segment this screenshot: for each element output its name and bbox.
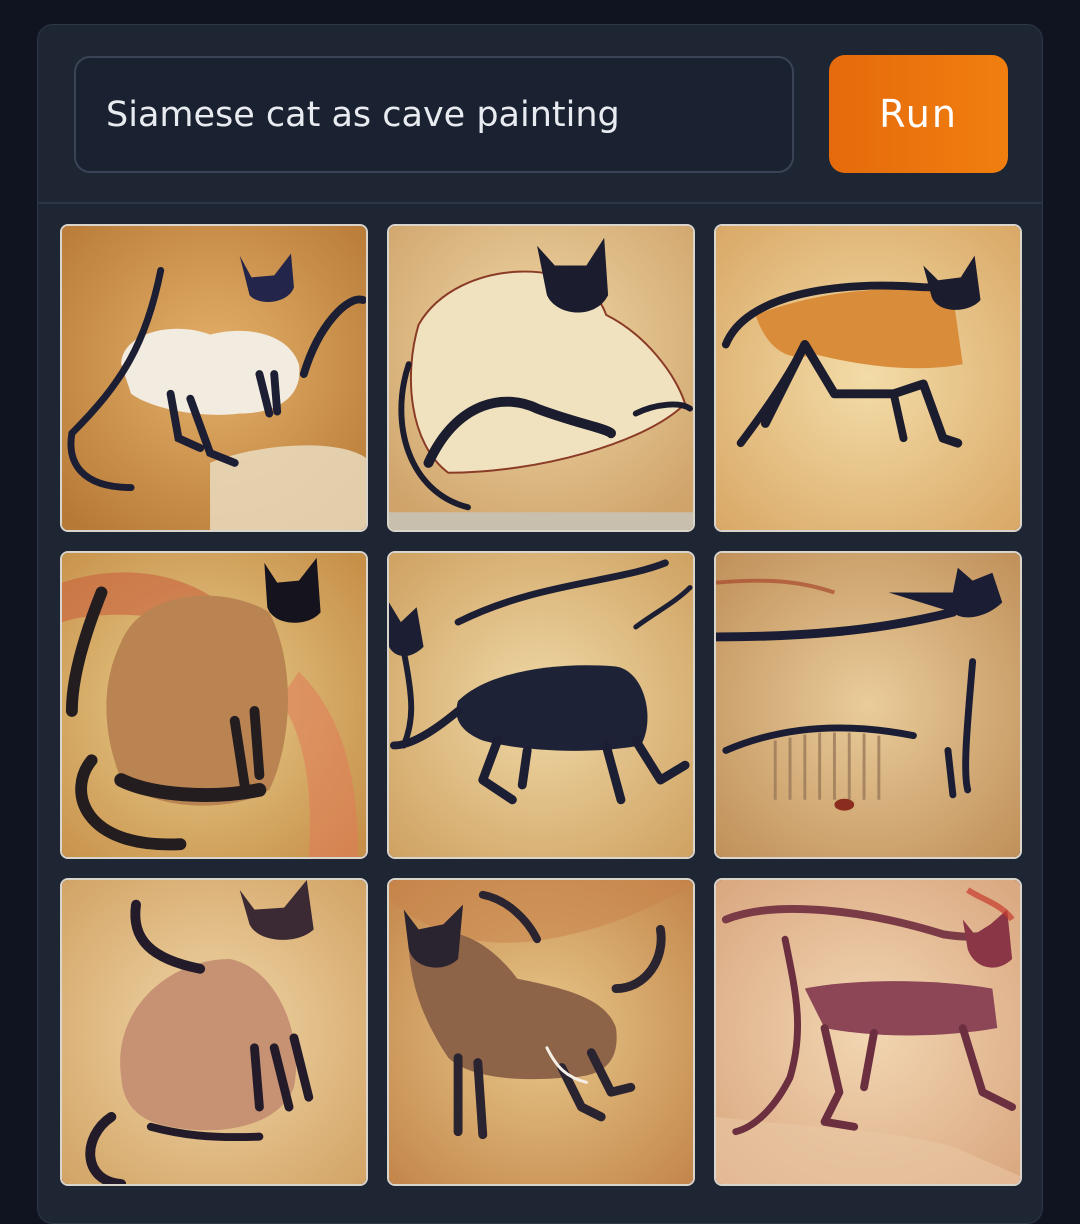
result-image-6[interactable] [714, 551, 1022, 859]
run-button[interactable]: Run [829, 55, 1008, 173]
result-image-1[interactable] [60, 224, 368, 532]
cave-painting-siamese-back-view [62, 553, 366, 857]
result-image-8[interactable] [387, 878, 695, 1186]
result-image-4[interactable] [60, 551, 368, 859]
prompt-row: Siamese cat as cave painting Run [38, 25, 1042, 203]
generator-panel: Siamese cat as cave painting Run [37, 24, 1043, 1224]
cave-painting-orange-cat-walking [716, 226, 1020, 530]
divider [38, 202, 1042, 204]
result-image-9[interactable] [714, 878, 1022, 1186]
cave-painting-siamese-profile [62, 880, 366, 1184]
cave-painting-reddish-cat-figure [716, 880, 1020, 1184]
result-image-5[interactable] [387, 551, 695, 859]
cave-painting-siamese-standing [62, 226, 366, 530]
result-image-7[interactable] [60, 878, 368, 1186]
result-image-2[interactable] [387, 224, 695, 532]
results-grid [60, 224, 1022, 1190]
prompt-input[interactable]: Siamese cat as cave painting [74, 56, 794, 173]
cave-painting-brown-cat-walking [389, 880, 693, 1184]
cave-painting-siamese-sitting [389, 226, 693, 530]
cave-painting-dark-cat-walking [389, 553, 693, 857]
result-image-3[interactable] [714, 224, 1022, 532]
cave-painting-long-cat-outline [716, 553, 1020, 857]
